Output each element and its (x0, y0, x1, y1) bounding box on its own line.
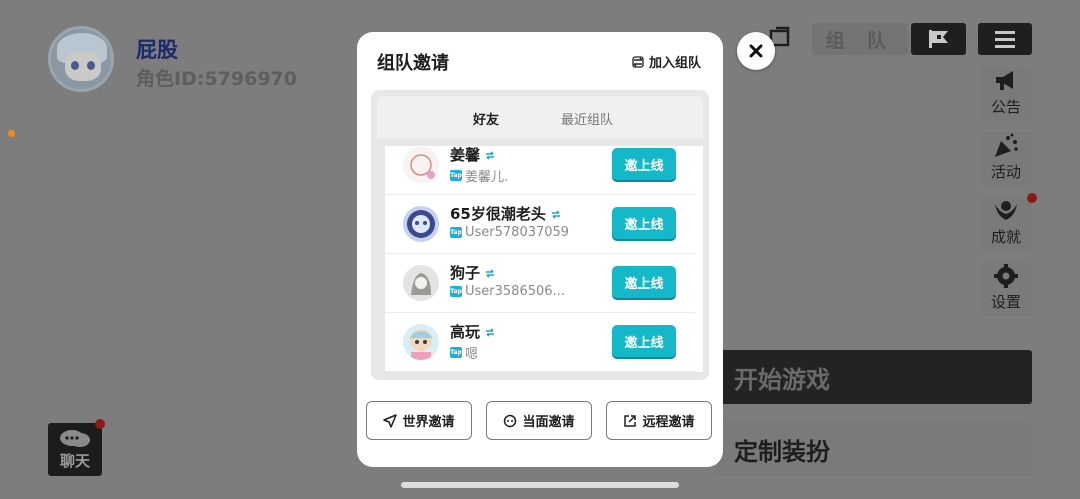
face-to-face-invite-button[interactable]: 当面邀请 (486, 401, 592, 440)
link-icon (486, 327, 495, 337)
tap-badge-icon: Tap (450, 286, 462, 297)
friend-name: 高玩 (450, 321, 496, 342)
friend-row: 姜馨 Tap 姜馨儿. 邀上线 (385, 146, 695, 195)
megaphone-icon (996, 71, 1013, 90)
notification-dot (95, 419, 105, 429)
friend-avatar[interactable] (403, 265, 439, 301)
link-icon (486, 268, 495, 278)
friend-name: 狗子 (450, 262, 496, 283)
friend-avatar[interactable] (403, 206, 439, 242)
chat-button[interactable]: 聊天 (48, 423, 102, 476)
chat-bubble-icon (60, 430, 90, 447)
invite-tabs: 好友 最近组队 (377, 96, 703, 138)
tab-recent-team[interactable]: 最近组队 (561, 109, 613, 128)
player-avatar[interactable] (48, 26, 114, 92)
side-item-label: 公告 (990, 98, 1021, 116)
customize-outfit-button[interactable]: 定制装扮 (714, 422, 1032, 476)
friends-list[interactable]: 姜馨 Tap 姜馨儿. 邀上线 65岁很潮老头 Tap User57803705… (385, 146, 703, 372)
close-icon (749, 44, 763, 58)
swap-icon (632, 55, 644, 68)
game-lobby-screen: 屁股 角色ID:5796970 组 队 公告 活动 成就 设置 开始游戏 定制装… (0, 0, 1080, 499)
side-item-settings[interactable]: 设置 (980, 262, 1032, 316)
invite-online-button[interactable]: 邀上线 (612, 266, 676, 298)
player-name: 屁股 (136, 38, 178, 62)
tap-badge-icon: Tap (450, 170, 462, 181)
close-button[interactable] (737, 32, 775, 70)
world-invite-button[interactable]: 世界邀请 (366, 401, 472, 440)
side-item-achievements[interactable]: 成就 (980, 197, 1032, 251)
flag-icon (928, 30, 948, 48)
gear-icon (994, 264, 1018, 288)
external-link-icon (624, 414, 637, 427)
link-icon (551, 209, 560, 219)
side-item-announcement[interactable]: 公告 (980, 67, 1032, 121)
flag-button[interactable] (911, 23, 966, 55)
friend-name: 姜馨 (450, 146, 496, 165)
send-icon (383, 413, 398, 428)
friend-row: 65岁很潮老头 Tap User578037059 邀上线 (385, 195, 695, 254)
friend-subtitle: Tap 嗯 (450, 347, 479, 362)
friend-avatar[interactable] (403, 324, 439, 360)
friend-row: 高玩 Tap 嗯 邀上线 (385, 313, 695, 372)
player-id: 角色ID:5796970 (136, 68, 297, 90)
join-team-button[interactable]: 加入组队 (632, 52, 701, 71)
invite-online-button[interactable]: 邀上线 (612, 148, 676, 180)
friend-row: 狗子 Tap User3586506... 邀上线 (385, 254, 695, 313)
friend-name: 65岁很潮老头 (450, 203, 562, 224)
friend-subtitle: Tap User578037059 (450, 225, 570, 240)
tap-badge-icon: Tap (450, 347, 462, 358)
friends-panel: 好友 最近组队 姜馨 Tap 姜馨儿. 邀上线 65岁很潮老头 Tap User… (371, 90, 709, 380)
join-team-label: 加入组队 (648, 56, 701, 71)
status-dot (8, 130, 15, 137)
tab-friends[interactable]: 好友 (473, 109, 499, 128)
friend-avatar[interactable] (403, 147, 439, 183)
side-item-label: 设置 (990, 293, 1021, 311)
side-item-label: 活动 (990, 163, 1021, 181)
home-indicator[interactable] (401, 482, 679, 488)
friend-subtitle: Tap 姜馨儿. (450, 170, 509, 185)
side-item-events[interactable]: 活动 (980, 132, 1032, 186)
world-invite-label: 世界邀请 (402, 415, 455, 430)
hamburger-icon (995, 29, 1015, 50)
face-icon (504, 414, 517, 427)
chat-label: 聊天 (59, 452, 90, 470)
remote-invite-button[interactable]: 远程邀请 (606, 401, 712, 440)
link-icon (486, 150, 495, 160)
dialog-title: 组队邀请 (377, 53, 449, 74)
laurel-icon (995, 201, 1017, 220)
side-item-label: 成就 (990, 228, 1021, 246)
team-mode-tab[interactable]: 组 队 (812, 23, 908, 55)
invite-online-button[interactable]: 邀上线 (612, 325, 676, 357)
friend-subtitle: Tap User3586506... (450, 284, 565, 299)
remote-invite-label: 远程邀请 (642, 415, 695, 430)
invite-online-button[interactable]: 邀上线 (612, 207, 676, 239)
team-invite-dialog: 组队邀请 加入组队 好友 最近组队 姜馨 Tap 姜馨儿. 邀上线 65岁很潮老… (357, 32, 723, 467)
party-popper-icon (995, 133, 1018, 157)
start-game-button[interactable]: 开始游戏 (714, 350, 1032, 404)
face-to-face-invite-label: 当面邀请 (522, 415, 575, 430)
tap-badge-icon: Tap (450, 227, 462, 238)
menu-button[interactable] (978, 23, 1032, 55)
notification-dot (1027, 193, 1037, 203)
